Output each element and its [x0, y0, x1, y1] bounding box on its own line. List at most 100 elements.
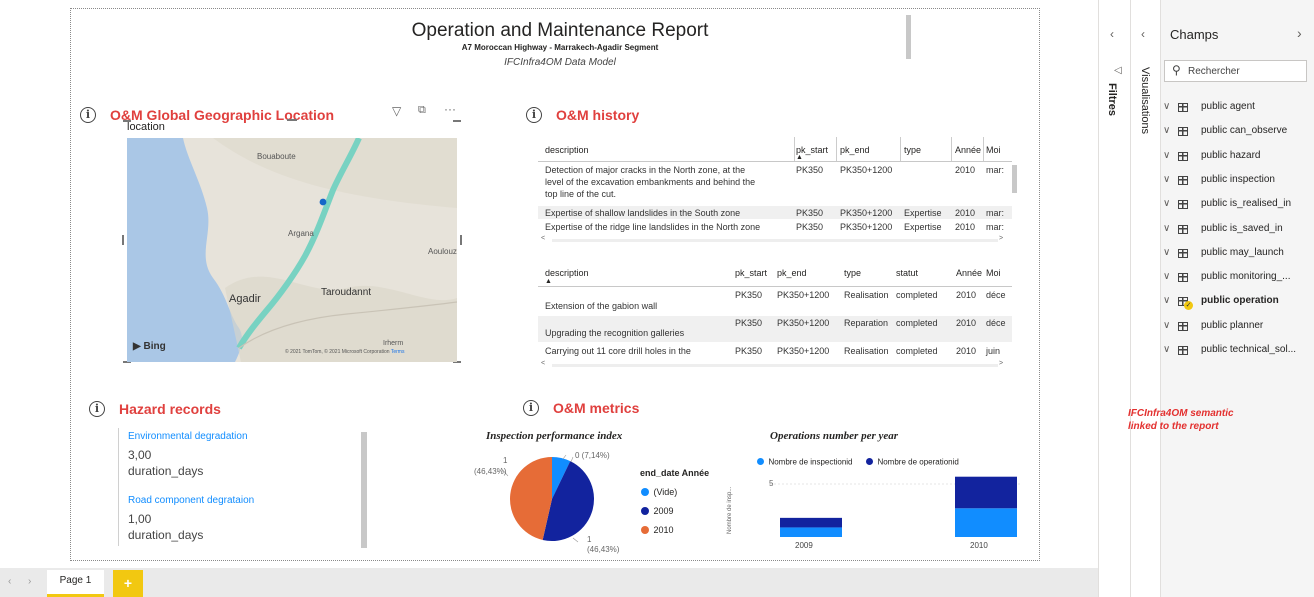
prev-page-icon[interactable]: ‹	[8, 576, 11, 587]
table-icon	[1178, 127, 1188, 137]
legend-item[interactable]: 2010	[641, 521, 673, 539]
filters-label[interactable]: Filtres	[1106, 83, 1118, 116]
table-icon	[1178, 273, 1188, 283]
title-scrollbar[interactable]	[906, 15, 911, 59]
hazard-section-title: Hazard records	[119, 401, 221, 417]
col-header[interactable]: Année	[955, 145, 981, 155]
table-cell: 2010	[955, 222, 976, 232]
focus-mode-icon[interactable]: ⧉	[418, 104, 426, 117]
x-tick-label: 2010	[970, 541, 988, 550]
chevron-down-icon[interactable]: ∨	[1163, 223, 1170, 234]
chevron-down-icon[interactable]: ∨	[1163, 320, 1170, 331]
sort-icon[interactable]: ▲	[796, 154, 803, 161]
chevron-down-icon[interactable]: ∨	[1163, 295, 1170, 306]
search-input[interactable]: ⚲ Rechercher	[1164, 60, 1307, 82]
legend-dot	[641, 487, 649, 496]
vertical-scrollbar[interactable]	[1012, 165, 1017, 193]
chevron-down-icon[interactable]: ∨	[1163, 101, 1170, 112]
bar-segment[interactable]	[955, 508, 1017, 537]
field-item[interactable]: ∨ public planner	[1163, 318, 1313, 336]
legend-item[interactable]: 2009	[641, 502, 673, 520]
horizontal-scrollbar[interactable]	[552, 364, 998, 367]
visualisations-label[interactable]: Visualisations	[1139, 67, 1151, 134]
col-header[interactable]: pk_end	[840, 145, 870, 155]
legend-label: (Vide)	[653, 486, 678, 497]
bar-chart[interactable]	[770, 470, 1020, 540]
info-icon[interactable]: i	[523, 400, 539, 416]
report-model: IFCInfra4OM Data Model	[504, 57, 616, 68]
col-header[interactable]: Moi	[986, 268, 1001, 278]
chevron-down-icon[interactable]: ∨	[1163, 247, 1170, 258]
operations-table[interactable]: description ▲ pk_start pk_end type statu…	[538, 261, 1020, 371]
y-axis-label: Nombre de insp...	[727, 486, 733, 534]
field-item[interactable]: ∨ public technical_sol...	[1163, 342, 1313, 360]
bar-segment[interactable]	[955, 476, 1017, 509]
chevron-down-icon[interactable]: ∨	[1163, 271, 1170, 282]
legend-label: Nombre de inspectionid	[768, 457, 853, 467]
col-header[interactable]: description	[545, 145, 589, 155]
table-cell: mar:	[986, 222, 1004, 232]
history-table[interactable]: description pk_start ▲ pk_end type Année…	[538, 137, 1020, 247]
scroll-left-icon[interactable]: <	[541, 235, 545, 242]
next-page-icon[interactable]: ›	[28, 576, 31, 587]
col-header[interactable]: pk_end	[777, 268, 807, 278]
table-cell: PK350	[735, 346, 763, 356]
table-cell: Detection of major cracks in the North z…	[545, 165, 746, 175]
horizontal-scrollbar[interactable]	[552, 239, 998, 242]
field-item-label: public monitoring_...	[1201, 271, 1291, 283]
field-item-label: public can_observe	[1201, 125, 1288, 137]
chevron-down-icon[interactable]: ∨	[1163, 125, 1170, 136]
history-section-title: O&M history	[556, 107, 640, 123]
chevron-down-icon[interactable]: ∨	[1163, 198, 1170, 209]
pie-label: 1	[587, 535, 592, 544]
field-item[interactable]: ∨ public inspection	[1163, 172, 1313, 190]
map-location-point[interactable]	[319, 198, 327, 206]
col-header[interactable]: Moi	[986, 145, 1001, 155]
table-cell: mar:	[986, 208, 1004, 218]
col-header[interactable]: type	[844, 268, 861, 278]
field-item[interactable]: ∨ public operation ✓	[1163, 293, 1313, 311]
info-icon[interactable]: i	[80, 107, 96, 123]
table-cell: 2010	[956, 318, 977, 328]
scroll-right-icon[interactable]: >	[999, 360, 1003, 367]
collapse-visualisations-icon[interactable]: ‹	[1141, 27, 1145, 41]
field-item[interactable]: ∨ public hazard	[1163, 148, 1313, 166]
table-icon	[1178, 175, 1188, 185]
page-tab-bar	[0, 568, 1098, 597]
field-item[interactable]: ∨ public can_observe	[1163, 123, 1313, 141]
info-icon[interactable]: i	[526, 107, 542, 123]
map-tile[interactable]	[127, 138, 457, 362]
table-icon	[1178, 200, 1188, 210]
field-item[interactable]: ∨ public is_realised_in	[1163, 196, 1313, 214]
filter-icon[interactable]: ▽	[392, 104, 401, 118]
map-terms-link[interactable]: Terms	[391, 349, 405, 355]
expand-fields-icon[interactable]: ›	[1297, 25, 1302, 41]
collapse-filters-icon[interactable]: ‹	[1110, 27, 1114, 41]
field-item[interactable]: ∨ public agent	[1163, 99, 1313, 117]
sort-icon[interactable]: ▲	[545, 278, 552, 285]
col-header[interactable]: description	[545, 268, 589, 278]
more-options-icon[interactable]: ···	[444, 102, 456, 116]
add-page-button[interactable]: +	[113, 570, 143, 597]
col-header[interactable]: Année	[956, 268, 982, 278]
page-tab[interactable]: Page 1	[47, 570, 104, 597]
checked-icon: ✓	[1184, 301, 1193, 311]
chevron-down-icon[interactable]: ∨	[1163, 344, 1170, 355]
field-item[interactable]: ∨ public is_saved_in	[1163, 221, 1313, 239]
col-header[interactable]: statut	[896, 268, 918, 278]
legend-item[interactable]: (Vide)	[641, 483, 677, 501]
info-icon[interactable]: i	[89, 401, 105, 417]
vertical-scrollbar[interactable]	[361, 432, 367, 548]
chevron-down-icon[interactable]: ∨	[1163, 174, 1170, 185]
legend-item[interactable]: Nombre de operationid	[866, 453, 959, 471]
bar-segment[interactable]	[780, 527, 842, 537]
field-item[interactable]: ∨ public monitoring_...	[1163, 269, 1313, 287]
field-item[interactable]: ∨ public may_launch	[1163, 245, 1313, 263]
legend-item[interactable]: Nombre de inspectionid	[757, 453, 853, 471]
bar-segment[interactable]	[780, 517, 842, 528]
scroll-right-icon[interactable]: >	[999, 235, 1003, 242]
scroll-left-icon[interactable]: <	[541, 360, 545, 367]
col-header[interactable]: type	[904, 145, 921, 155]
chevron-down-icon[interactable]: ∨	[1163, 150, 1170, 161]
col-header[interactable]: pk_start	[735, 268, 767, 278]
